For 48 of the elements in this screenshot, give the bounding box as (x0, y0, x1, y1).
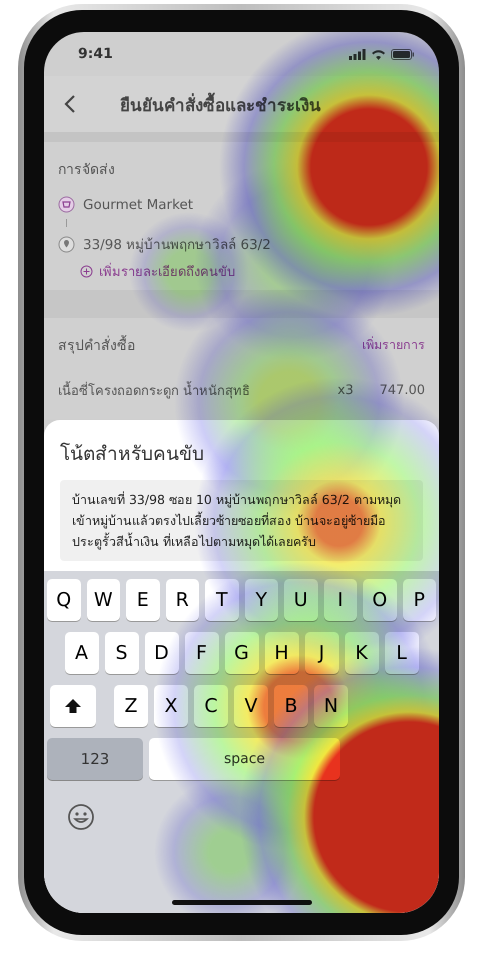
signal-icon (349, 48, 366, 60)
keyboard-key[interactable]: Z (114, 685, 148, 727)
keyboard-key[interactable]: W (86, 579, 120, 621)
emoji-button[interactable] (67, 803, 95, 831)
section-title: สรุปคำสั่งซื้อ (58, 334, 135, 356)
keyboard-key[interactable]: X (154, 685, 188, 727)
keyboard-key[interactable]: U (284, 579, 318, 621)
keyboard-key[interactable]: C (194, 685, 228, 727)
keyboard-key[interactable]: K (344, 632, 378, 674)
keyboard-key[interactable]: I (324, 579, 357, 621)
keyboard-key[interactable]: Y (244, 579, 278, 621)
keyboard-key[interactable]: N (314, 685, 348, 727)
chevron-left-icon (64, 94, 76, 114)
keyboard-key[interactable]: F (184, 632, 218, 674)
add-items-link[interactable]: เพิ่มรายการ (362, 335, 425, 355)
keyboard-key[interactable]: T (205, 579, 238, 621)
sheet-title: โน้ตสำหรับคนขับ (59, 442, 205, 467)
keyboard-key[interactable]: J (304, 632, 338, 674)
store-name: Gourmet Market (83, 196, 194, 212)
keyboard-key[interactable]: A (64, 632, 98, 674)
keyboard-key[interactable]: R (166, 579, 199, 621)
keyboard-key[interactable]: D (144, 632, 178, 674)
keyboard-key[interactable]: O (363, 579, 396, 621)
section-title: การจัดส่ง (58, 161, 116, 180)
keyboard-key[interactable]: S (104, 632, 138, 674)
numbers-key[interactable]: 123 (47, 738, 143, 780)
keyboard-key[interactable]: L (384, 632, 418, 674)
item-price: 747.00 (380, 383, 425, 398)
battery-icon (391, 48, 415, 60)
add-driver-note-link[interactable]: เพิ่มรายละเอียดถึงคนขับ (80, 261, 425, 282)
keyboard-key[interactable]: B (274, 685, 308, 727)
item-name: เนื้อซี่โครงถอดกระดูก น้ำหนักสุทธิ (58, 380, 330, 401)
wifi-icon (371, 48, 386, 60)
delivery-address: 33/98 หมู่บ้านพฤกษาวิลล์ 63/2 (83, 236, 271, 255)
keyboard-key[interactable]: V (234, 685, 268, 727)
shift-key[interactable] (50, 685, 96, 727)
keyboard-key[interactable]: Q (47, 579, 80, 621)
keyboard-key[interactable]: E (126, 579, 160, 621)
keyboard-key[interactable]: H (264, 632, 298, 674)
location-icon (58, 236, 75, 252)
item-quantity: x3 (338, 383, 354, 398)
shift-icon (64, 698, 82, 714)
plus-circle-icon (80, 265, 93, 278)
status-time: 9:41 (78, 46, 113, 62)
keyboard-key[interactable]: G (224, 632, 258, 674)
space-key[interactable]: space (149, 738, 340, 780)
store-icon (58, 196, 75, 213)
keyboard-key[interactable]: P (402, 579, 436, 621)
